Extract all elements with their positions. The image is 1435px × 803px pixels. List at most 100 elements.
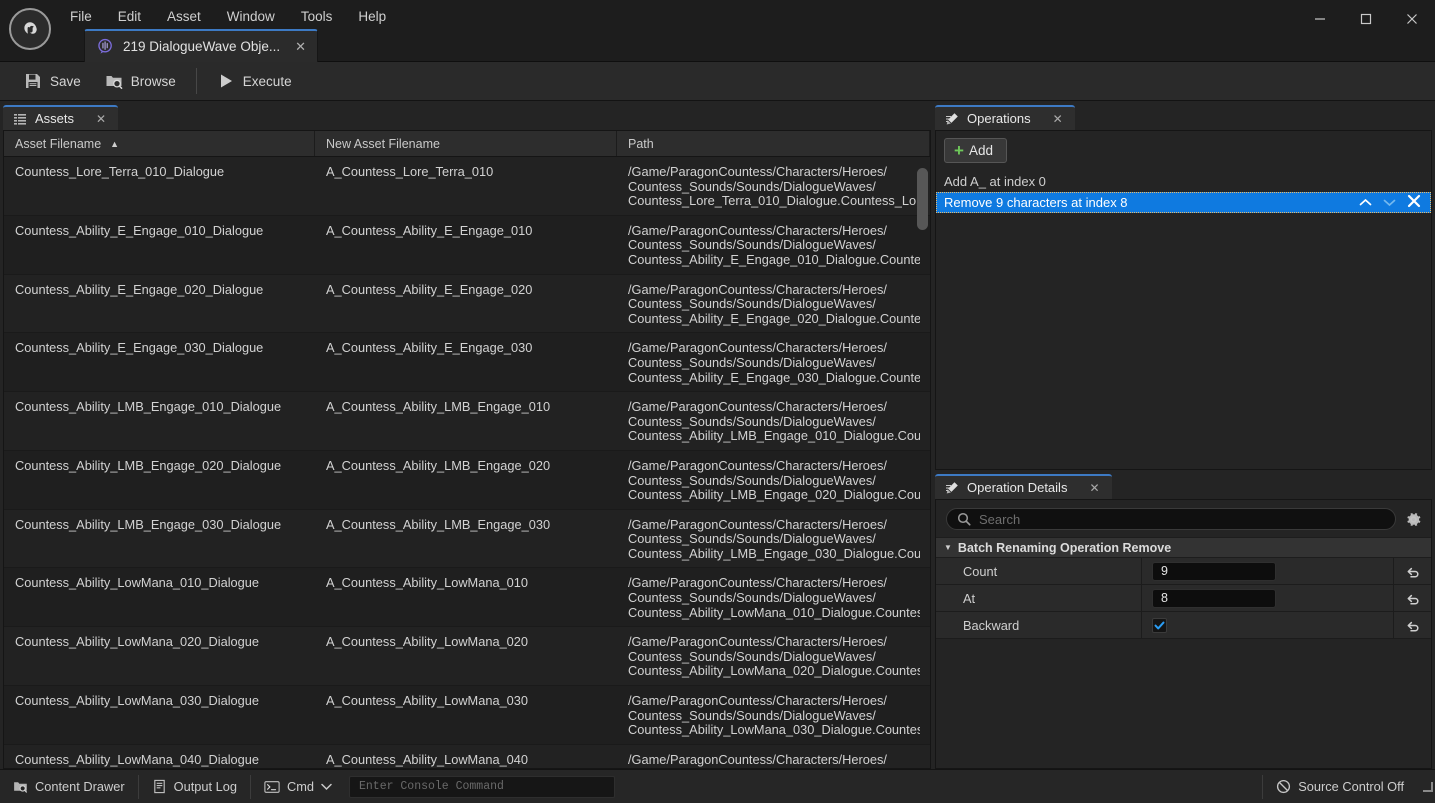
tab-operations[interactable]: Operations ✕: [935, 105, 1075, 130]
operation-details-tab-row: Operation Details ✕: [935, 474, 1432, 499]
cell-path: /Game/ParagonCountess/Characters/Heroes/…: [617, 686, 930, 744]
maximize-button[interactable]: [1343, 0, 1389, 38]
assets-tab-row: Assets ✕: [3, 105, 931, 130]
browse-button[interactable]: Browse: [93, 67, 188, 95]
menu-bar: File Edit Asset Window Tools Help: [57, 2, 399, 32]
at-input[interactable]: 8: [1152, 588, 1276, 608]
table-row[interactable]: Countess_Ability_LMB_Engage_020_Dialogue…: [4, 450, 930, 510]
table-row[interactable]: Countess_Ability_E_Engage_020_Dialogue A_…: [4, 274, 930, 334]
document-tab-dialoguewave[interactable]: 219 DialogueWave Obje... ✕: [84, 29, 318, 62]
tab-assets-close-icon[interactable]: ✕: [96, 113, 106, 125]
move-down-icon[interactable]: [1383, 197, 1396, 209]
details-group-header[interactable]: ▼ Batch Renaming Operation Remove: [936, 537, 1431, 558]
path-line: Countess_Ability_LMB_Engage_030_Dialogue…: [628, 546, 920, 561]
cell-path: /Game/ParagonCountess/Characters/Heroes/…: [617, 510, 930, 568]
table-row[interactable]: Countess_Ability_LowMana_020_Dialogue A_C…: [4, 627, 930, 687]
content-drawer-button[interactable]: Content Drawer: [0, 770, 138, 803]
cell-asset-filename: Countess_Lore_Terra_010_Dialogue: [15, 164, 225, 179]
remove-operation-icon[interactable]: [1407, 194, 1421, 212]
toolbar-separator: [195, 68, 197, 94]
document-tab-close-icon[interactable]: ✕: [295, 40, 306, 53]
execute-label: Execute: [242, 73, 292, 89]
execute-button[interactable]: Execute: [205, 67, 304, 95]
console-command-input[interactable]: Enter Console Command: [348, 775, 615, 798]
path-line: Countess_Sounds/Sounds/DialogueWaves/: [628, 179, 876, 194]
path-line: Countess_Ability_LMB_Engage_010_Dialogue…: [628, 429, 920, 444]
path-line: Countess_Ability_E_Engage_020_Dialogue.C…: [628, 311, 920, 326]
path-line: /Game/ParagonCountess/Characters/Heroes/: [628, 165, 887, 179]
tab-operation-details-close-icon[interactable]: ✕: [1089, 482, 1099, 494]
menu-item-edit[interactable]: Edit: [105, 4, 154, 30]
table-row[interactable]: Countess_Ability_E_Engage_030_Dialogue A_…: [4, 333, 930, 393]
content-drawer-icon: [14, 782, 28, 793]
tab-operations-close-icon[interactable]: ✕: [1053, 113, 1063, 125]
menu-item-tools[interactable]: Tools: [288, 4, 346, 30]
save-button[interactable]: Save: [12, 67, 93, 95]
assets-vertical-scrollbar[interactable]: [917, 160, 928, 765]
operation-list-item-selected[interactable]: Remove 9 characters at index 8: [936, 192, 1431, 213]
menu-item-help[interactable]: Help: [345, 4, 399, 30]
tab-operation-details[interactable]: Operation Details ✕: [935, 474, 1112, 499]
settings-gear-icon[interactable]: [1404, 510, 1423, 529]
column-header-path[interactable]: Path: [617, 131, 930, 156]
details-search-box[interactable]: Search: [946, 508, 1396, 530]
tab-operations-label: Operations: [967, 111, 1031, 126]
document-tab-label: 219 DialogueWave Obje...: [123, 39, 281, 54]
window-controls: [1297, 0, 1435, 38]
path-line: Countess_Ability_E_Engage_030_Dialogue.C…: [628, 370, 920, 385]
cell-asset-filename: Countess_Ability_E_Engage_030_Dialogue: [15, 340, 264, 356]
revert-count-icon[interactable]: [1393, 558, 1431, 584]
table-row[interactable]: Countess_Ability_LowMana_010_Dialogue A_C…: [4, 568, 930, 628]
revert-at-icon[interactable]: [1393, 585, 1431, 611]
column-header-asset-filename[interactable]: Asset Filename ▲: [4, 131, 315, 156]
table-row[interactable]: Countess_Ability_LMB_Engage_030_Dialogue…: [4, 509, 930, 569]
right-column: Operations ✕ + Add Add A_ at index 0 Rem…: [935, 105, 1432, 769]
main-content-area: Assets ✕ Asset Filename ▲ New Asset File…: [0, 101, 1435, 769]
menu-item-window[interactable]: Window: [214, 4, 288, 30]
tab-assets[interactable]: Assets ✕: [3, 105, 119, 130]
property-value-at: 8: [1142, 585, 1393, 611]
table-row[interactable]: Countess_Ability_LowMana_030_Dialogue A_C…: [4, 686, 930, 745]
path-line: Countess_Sounds/Sounds/DialogueWaves/: [628, 355, 876, 370]
close-button[interactable]: [1389, 0, 1435, 38]
collapse-triangle-icon[interactable]: ▼: [944, 543, 952, 552]
cmd-selector[interactable]: Cmd: [251, 770, 345, 803]
path-line: Countess_Sounds/Sounds/DialogueWaves/: [628, 414, 876, 429]
cell-path: /Game/ParagonCountess/Characters/Heroes/…: [617, 627, 930, 685]
minimize-button[interactable]: [1297, 0, 1343, 38]
menu-item-asset[interactable]: Asset: [154, 4, 214, 30]
content-drawer-label: Content Drawer: [35, 779, 125, 794]
table-row[interactable]: Countess_Ability_LowMana_040_Dialogue A_C…: [4, 744, 930, 768]
count-input[interactable]: 9: [1152, 561, 1276, 581]
cell-asset-filename: Countess_Ability_E_Engage_020_Dialogue: [15, 281, 264, 297]
table-row[interactable]: Countess_Lore_Terra_010_Dialogue A_Counte…: [4, 157, 930, 216]
output-log-button[interactable]: Output Log: [139, 770, 250, 803]
property-name-backward: Backward: [936, 612, 1142, 638]
add-operation-button[interactable]: + Add: [944, 138, 1007, 163]
window-resize-grip[interactable]: [1421, 780, 1435, 794]
property-value-count: 9: [1142, 558, 1393, 584]
operation-label: Remove 9 characters at index 8: [944, 195, 1128, 210]
main-toolbar: Save Browse Execute: [0, 62, 1435, 101]
revert-backward-icon[interactable]: [1393, 612, 1431, 638]
cell-asset-filename: Countess_Ability_LMB_Engage_020_Dialogue: [15, 457, 282, 473]
table-row[interactable]: Countess_Ability_LMB_Engage_010_Dialogue…: [4, 392, 930, 451]
details-group-label: Batch Renaming Operation Remove: [957, 540, 1172, 555]
operation-list-item[interactable]: Add A_ at index 0: [936, 171, 1431, 192]
source-control-button[interactable]: Source Control Off: [1263, 770, 1417, 803]
path-line: Countess_Sounds/Sounds/DialogueWaves/: [628, 238, 876, 253]
menu-item-file[interactable]: File: [57, 4, 105, 30]
document-tab-strip: 219 DialogueWave Obje... ✕: [84, 29, 318, 62]
path-line: /Game/ParagonCountess/Characters/Heroes/: [628, 223, 887, 238]
assets-scrollbar-thumb[interactable]: [917, 168, 928, 230]
path-line: /Game/ParagonCountess/Characters/Heroes/: [628, 400, 887, 415]
column-header-new-asset-filename[interactable]: New Asset Filename: [315, 131, 617, 156]
move-up-icon[interactable]: [1359, 197, 1372, 209]
table-row[interactable]: Countess_Ability_E_Engage_010_Dialogue A_…: [4, 215, 930, 275]
chevron-down-icon[interactable]: [321, 783, 332, 791]
backward-checkbox[interactable]: [1152, 617, 1167, 633]
operation-row-controls: [1359, 194, 1425, 212]
path-line: /Game/ParagonCountess/Characters/Heroes/: [628, 458, 887, 473]
operations-panel: Operations ✕ + Add Add A_ at index 0 Rem…: [935, 105, 1432, 470]
assets-panel-body: Asset Filename ▲ New Asset Filename Path…: [3, 130, 931, 769]
